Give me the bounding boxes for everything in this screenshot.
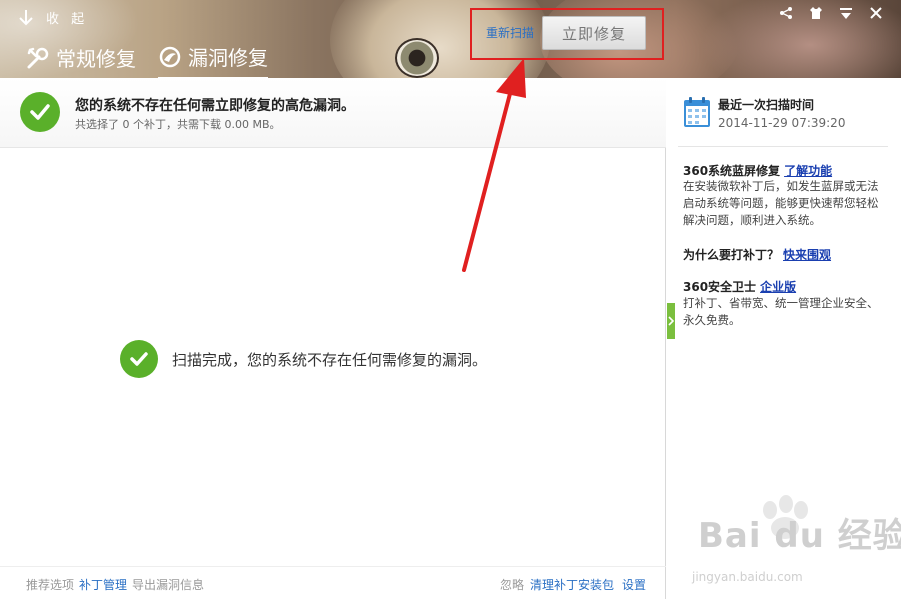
tab-vulnerability-repair-label: 漏洞修复	[188, 46, 268, 70]
menu-button[interactable]	[831, 4, 861, 22]
side-divider	[678, 146, 888, 147]
last-scan-time: 2014-11-29 07:39:20	[718, 116, 846, 130]
enterprise-heading: 360安全卫士 企业版	[683, 278, 796, 295]
chevron-right-icon	[668, 316, 674, 326]
tab-routine-repair[interactable]: 常规修复	[26, 42, 136, 78]
watermark-logo: Bai du 经验	[698, 516, 901, 556]
export-vuln-info-link[interactable]: 导出漏洞信息	[132, 576, 204, 593]
recommended-options-link[interactable]: 推荐选项	[26, 576, 74, 593]
tab-bar: 常规修复 漏洞修复	[26, 42, 290, 78]
close-icon	[870, 7, 882, 19]
share-button[interactable]	[771, 4, 801, 22]
collapse-label: 收 起	[46, 12, 89, 27]
status-title: 您的系统不存在任何需立即修复的高危漏洞。	[75, 98, 355, 114]
wrench-icon	[27, 47, 49, 68]
status-subtitle: 共选择了 0 个补丁，共需下载 0.00 MB。	[75, 118, 281, 131]
skin-button[interactable]	[801, 4, 831, 22]
patch-management-link[interactable]: 补丁管理	[79, 576, 127, 593]
result-check-icon	[120, 340, 158, 378]
checkmark-icon	[130, 352, 148, 366]
come-watch-link[interactable]: 快来围观	[783, 248, 831, 262]
fix-now-button[interactable]: 立即修复	[542, 16, 646, 50]
checkmark-icon	[30, 104, 50, 120]
calendar-icon	[684, 97, 710, 127]
title-bar: 收 起 常规修复 漏洞修复	[0, 0, 901, 78]
ignore-link[interactable]: 忽略	[500, 576, 524, 593]
close-button[interactable]	[861, 4, 891, 22]
skin-icon	[810, 7, 822, 19]
why-patch-heading: 为什么要打补丁？ 快来围观	[683, 246, 831, 263]
cat-eye	[395, 38, 439, 78]
enterprise-desc: 打补丁、省带宽、统一管理企业安全、永久免费。	[683, 296, 879, 327]
status-check-icon	[20, 92, 60, 132]
last-scan-title: 最近一次扫描时间	[718, 98, 815, 112]
rescan-link[interactable]: 重新扫描	[486, 24, 534, 41]
menu-icon	[840, 8, 852, 19]
enterprise-edition-link[interactable]: 企业版	[760, 280, 796, 294]
bluescreen-repair-heading: 360系统蓝屏修复 了解功能	[683, 162, 832, 179]
bluescreen-repair-title: 360系统蓝屏修复	[683, 164, 781, 178]
tab-vulnerability-repair[interactable]: 漏洞修复	[158, 42, 268, 78]
side-panel-toggle[interactable]	[667, 303, 675, 339]
main-pane: 您的系统不存在任何需立即修复的高危漏洞。 共选择了 0 个补丁，共需下载 0.0…	[0, 78, 666, 599]
status-bar: 您的系统不存在任何需立即修复的高危漏洞。 共选择了 0 个补丁，共需下载 0.0…	[0, 78, 666, 148]
window-controls	[771, 4, 891, 22]
collapse-button[interactable]: 收 起	[18, 8, 88, 27]
annotation-arrow	[462, 58, 526, 272]
scan-result-message: 扫描完成，您的系统不存在任何需修复的漏洞。	[172, 350, 488, 369]
settings-link[interactable]: 设置	[622, 576, 646, 593]
learn-feature-link[interactable]: 了解功能	[784, 164, 832, 178]
why-patch-title: 为什么要打补丁？	[683, 248, 780, 262]
tab-routine-repair-label: 常规修复	[56, 47, 136, 71]
footer-bar: 推荐选项 补丁管理 导出漏洞信息 忽略 清理补丁安装包 设置	[0, 566, 666, 599]
bluescreen-repair-desc: 在安装微软补丁后，如发生蓝屏或无法启动系统等问题，能够更快速帮您轻松解决问题，顺…	[683, 179, 879, 227]
scan-result: 扫描完成，您的系统不存在任何需修复的漏洞。	[120, 340, 487, 378]
enterprise-title: 360安全卫士	[683, 280, 757, 294]
shield-icon	[159, 46, 181, 67]
share-icon	[780, 7, 792, 19]
clean-patch-packages-link[interactable]: 清理补丁安装包	[530, 576, 614, 593]
arrow-down-icon	[19, 9, 33, 25]
watermark-url: jingyan.baidu.com	[692, 570, 803, 584]
